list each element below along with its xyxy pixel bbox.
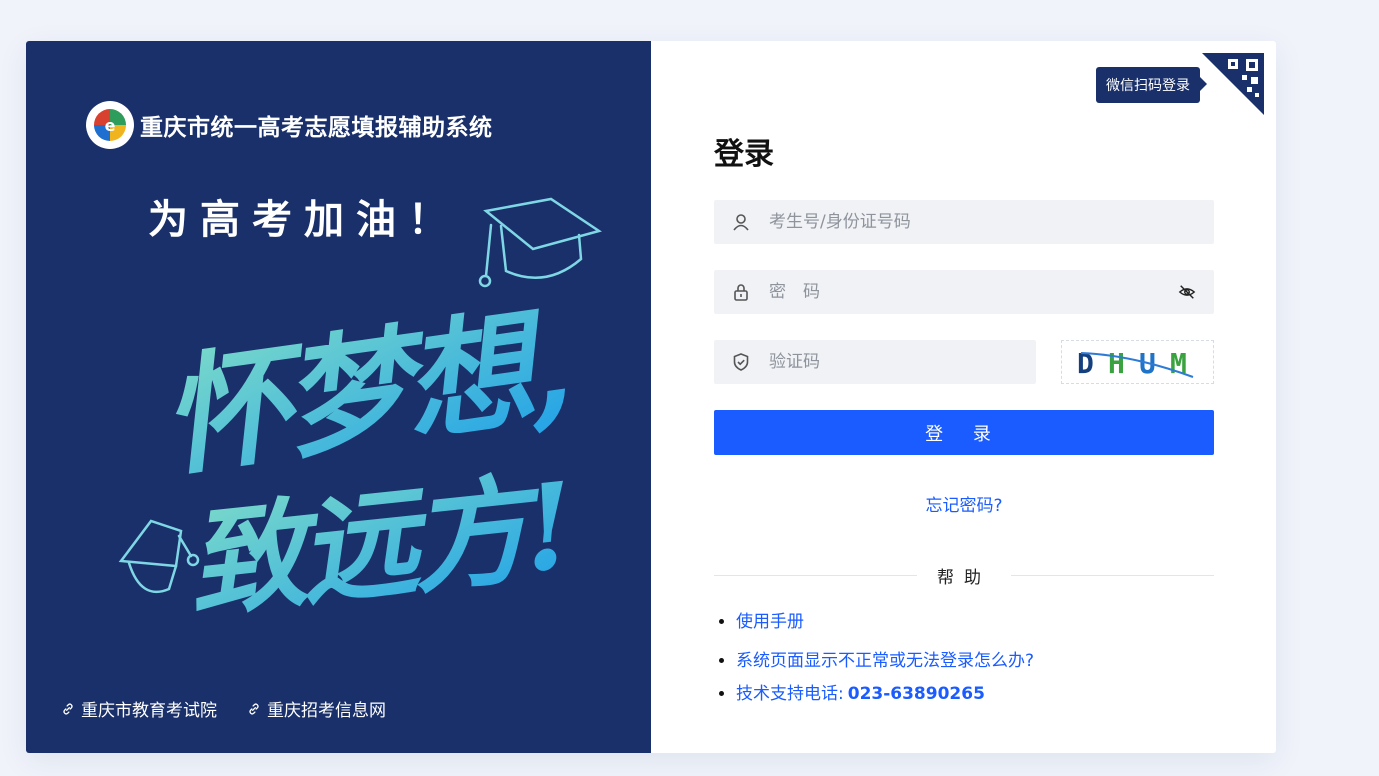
support-phone-label: 技术支持电话: bbox=[736, 684, 844, 704]
eye-off-icon[interactable] bbox=[1178, 283, 1196, 301]
lock-icon bbox=[734, 284, 748, 301]
link-icon bbox=[63, 703, 73, 714]
help-label: 帮助 bbox=[937, 567, 991, 588]
captcha-image[interactable]: D H U M DHUM bbox=[1061, 340, 1214, 384]
username-input[interactable] bbox=[767, 199, 1214, 245]
user-icon bbox=[733, 214, 749, 231]
admission-info-link[interactable]: 重庆招考信息网 bbox=[247, 696, 386, 721]
svg-text:M: M bbox=[1170, 347, 1187, 380]
svg-text:D: D bbox=[1077, 347, 1094, 380]
brand-header: e 重庆市统一高考志愿填报辅助系统 bbox=[86, 101, 493, 149]
password-input[interactable] bbox=[767, 269, 1178, 315]
system-title: 重庆市统一高考志愿填报辅助系统 bbox=[140, 115, 493, 141]
login-heading: 登录 bbox=[714, 137, 774, 172]
list-item: 系统页面显示不正常或无法登录怎么办? bbox=[736, 646, 1034, 671]
qr-code-icon[interactable] bbox=[1202, 53, 1264, 115]
wechat-scan-login-tooltip[interactable]: 微信扫码登录 bbox=[1096, 67, 1207, 103]
login-card: e 重庆市统一高考志愿填报辅助系统 为高考加油！ 怀梦想, 致远方! 重庆市教育… bbox=[26, 41, 1276, 753]
exam-authority-link[interactable]: 重庆市教育考试院 bbox=[61, 696, 217, 721]
captcha-input[interactable] bbox=[767, 339, 1036, 385]
list-item: 使用手册 bbox=[736, 607, 1034, 632]
shield-check-icon bbox=[733, 353, 749, 371]
user-manual-link[interactable]: 使用手册 bbox=[736, 612, 804, 632]
password-field bbox=[714, 269, 1214, 315]
promo-panel: e 重庆市统一高考志愿填报辅助系统 为高考加油！ 怀梦想, 致远方! 重庆市教育… bbox=[26, 41, 651, 753]
captcha-field bbox=[714, 339, 1036, 385]
help-list: 使用手册 系统页面显示不正常或无法登录怎么办? 技术支持电话:023-63890… bbox=[714, 607, 1034, 704]
graduation-cap-icon bbox=[478, 197, 602, 288]
link-icon bbox=[249, 703, 259, 714]
svg-text:H: H bbox=[1108, 347, 1125, 380]
forgot-password-link[interactable]: 忘记密码? bbox=[714, 491, 1214, 516]
list-item: 技术支持电话:023-63890265 bbox=[736, 679, 1034, 704]
external-links: 重庆市教育考试院 重庆招考信息网 bbox=[61, 696, 386, 721]
support-phone-number[interactable]: 023-63890265 bbox=[848, 684, 985, 704]
login-button[interactable]: 登 录 bbox=[714, 410, 1214, 455]
exam-authority-logo: e bbox=[86, 101, 134, 149]
calligraphy-artwork: 怀梦想, 致远方! bbox=[118, 197, 602, 634]
help-divider: 帮助 bbox=[714, 563, 1214, 588]
username-field bbox=[714, 199, 1214, 245]
display-issue-faq-link[interactable]: 系统页面显示不正常或无法登录怎么办? bbox=[736, 651, 1034, 671]
login-panel: 微信扫码登录 登录 考生号/身份证号码 验证码 D H U M 登 录 忘记密码… bbox=[651, 41, 1276, 753]
